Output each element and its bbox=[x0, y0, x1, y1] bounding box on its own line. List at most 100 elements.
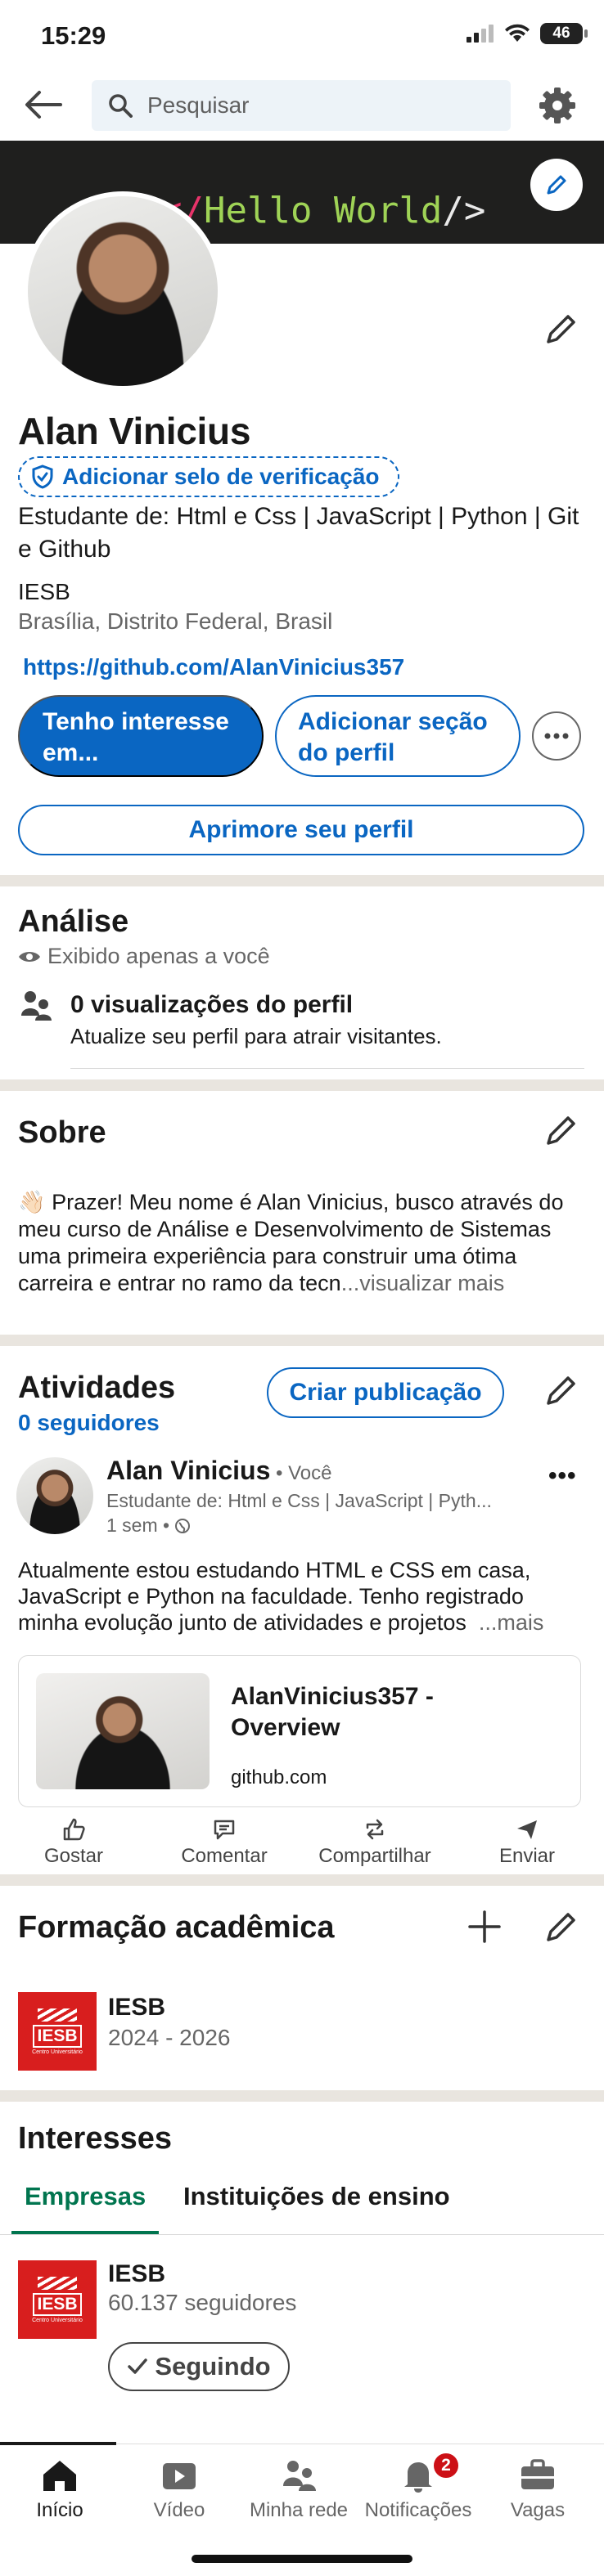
nav-network-label: Minha rede bbox=[249, 2499, 349, 2521]
search-input[interactable] bbox=[147, 92, 491, 119]
pencil-icon bbox=[547, 175, 566, 195]
send-label: Enviar bbox=[498, 1845, 556, 1867]
profile-views-desc: Atualize seu perfil para atrair visitant… bbox=[70, 1024, 442, 1048]
iesb-logo[interactable]: IESB Centro Universitário bbox=[18, 2260, 97, 2339]
edit-education-button[interactable] bbox=[543, 1909, 579, 1945]
about-text: 👋🏻 Prazer! Meu nome é Alan Vinicius, bus… bbox=[18, 1189, 584, 1297]
tab-schools[interactable]: Instituições de ensino bbox=[183, 2182, 450, 2211]
see-more-link[interactable]: ...visualizar mais bbox=[341, 1271, 505, 1295]
search-bar[interactable] bbox=[92, 80, 511, 131]
nav-home-label: Início bbox=[36, 2499, 83, 2521]
post-author-avatar[interactable] bbox=[16, 1457, 93, 1534]
share-button[interactable]: Compartilhar bbox=[309, 1817, 440, 1868]
followers-link[interactable]: 0 seguidores bbox=[18, 1410, 160, 1436]
logo-text: IESB bbox=[33, 2024, 82, 2048]
more-horizontal-icon bbox=[544, 733, 569, 739]
pencil-icon bbox=[547, 315, 575, 343]
iesb-logo[interactable]: IESB Centro Universitário bbox=[18, 1992, 97, 2071]
nav-notifications[interactable]: Notificações bbox=[358, 2458, 478, 2522]
send-button[interactable]: Enviar bbox=[462, 1817, 593, 1868]
profile-headline: Estudante de: Html e Css | JavaScript | … bbox=[18, 503, 579, 563]
nav-video[interactable]: Vídeo bbox=[119, 2458, 239, 2522]
post-menu-button[interactable]: ••• bbox=[548, 1462, 577, 1490]
tab-companies[interactable]: Empresas bbox=[25, 2182, 146, 2211]
interest-company-name[interactable]: IESB bbox=[108, 2260, 165, 2288]
profile-link[interactable]: https://github.com/AlanVinicius357 bbox=[23, 654, 404, 680]
link-card-title: AlanVinicius357 - Overview bbox=[231, 1683, 434, 1741]
nav-jobs[interactable]: Vagas bbox=[478, 2458, 597, 2522]
post-you-label: • Você bbox=[270, 1462, 332, 1484]
nav-jobs-label: Vagas bbox=[510, 2499, 566, 2521]
pencil-icon bbox=[547, 1913, 575, 1941]
section-divider bbox=[0, 1335, 604, 1346]
activity-title: Atividades bbox=[18, 1371, 176, 1405]
post-see-more[interactable]: ...mais bbox=[479, 1610, 544, 1635]
add-education-button[interactable] bbox=[467, 1909, 503, 1945]
plus-icon bbox=[468, 1910, 501, 1943]
search-icon bbox=[109, 94, 133, 118]
following-button[interactable]: Seguindo bbox=[108, 2342, 290, 2391]
post-text: Atualmente estou estudando HTML e CSS em… bbox=[18, 1557, 584, 1636]
video-icon bbox=[163, 2463, 196, 2489]
nav-notifications-label: Notificações bbox=[364, 2499, 472, 2521]
battery-icon: 46 bbox=[540, 23, 588, 44]
edit-intro-button[interactable] bbox=[543, 311, 579, 347]
section-divider bbox=[0, 1079, 604, 1091]
thumbs-up-icon bbox=[63, 1818, 85, 1841]
enhance-profile-button[interactable]: Aprimore seu perfil bbox=[18, 805, 584, 855]
education-title: Formação acadêmica bbox=[18, 1910, 335, 1945]
link-card-domain: github.com bbox=[231, 1766, 327, 1788]
edit-activity-button[interactable] bbox=[543, 1372, 579, 1408]
more-button[interactable] bbox=[532, 711, 581, 761]
interests-title: Interesses bbox=[18, 2121, 173, 2156]
post-author-headline: Estudante de: Html e Css | JavaScript | … bbox=[106, 1490, 492, 1511]
share-label: Compartilhar bbox=[318, 1845, 431, 1867]
logo-stripes bbox=[38, 2276, 77, 2290]
education-school[interactable]: IESB bbox=[108, 1994, 165, 2022]
post-author[interactable]: Alan Vinicius • Você bbox=[106, 1456, 331, 1486]
people-icon bbox=[20, 990, 52, 1022]
section-divider bbox=[0, 875, 604, 886]
about-title: Sobre bbox=[18, 1115, 106, 1150]
interest-company-followers: 60.137 seguidores bbox=[108, 2290, 297, 2315]
briefcase-icon bbox=[521, 2459, 554, 2489]
like-button[interactable]: Gostar bbox=[8, 1817, 139, 1868]
comment-icon bbox=[214, 1820, 235, 1840]
post-time-text: 1 sem • bbox=[106, 1515, 170, 1536]
profile-name: Alan Vinicius bbox=[18, 410, 251, 452]
analytics-title: Análise bbox=[18, 904, 129, 939]
like-label: Gostar bbox=[43, 1845, 104, 1867]
home-icon bbox=[43, 2461, 76, 2491]
add-section-button[interactable]: Adicionar seção do perfil bbox=[275, 695, 521, 777]
analytics-private-note: Exibido apenas a você bbox=[18, 944, 270, 969]
post-author-name: Alan Vinicius bbox=[106, 1456, 271, 1485]
status-icons: 46 bbox=[467, 23, 588, 44]
logo-subtext: Centro Universitário bbox=[32, 2317, 83, 2323]
send-icon bbox=[517, 1820, 537, 1839]
logo-stripes bbox=[38, 2008, 77, 2022]
notification-badge: 2 bbox=[432, 2452, 460, 2480]
settings-button[interactable] bbox=[539, 87, 576, 124]
comment-button[interactable]: Comentar bbox=[159, 1817, 290, 1868]
nav-home[interactable]: Início bbox=[0, 2458, 119, 2522]
profile-views-link[interactable]: 0 visualizações do perfil bbox=[70, 991, 353, 1019]
nav-network[interactable]: Minha rede bbox=[239, 2458, 358, 2522]
logo-text: IESB bbox=[33, 2292, 82, 2316]
check-icon bbox=[128, 2358, 148, 2374]
logo-subtext: Centro Universitário bbox=[32, 2049, 83, 2055]
edit-cover-button[interactable] bbox=[530, 159, 583, 211]
open-to-button[interactable]: Tenho interesse em... bbox=[18, 695, 264, 777]
profile-education: IESB bbox=[18, 579, 70, 604]
status-time: 15:29 bbox=[41, 21, 106, 50]
back-button[interactable] bbox=[23, 88, 62, 121]
link-card-thumbnail bbox=[36, 1673, 210, 1789]
create-post-button[interactable]: Criar publicação bbox=[267, 1367, 504, 1418]
repost-icon bbox=[366, 1819, 384, 1840]
gear-icon bbox=[539, 88, 575, 123]
cover-code-text: </Hello World/> bbox=[160, 190, 485, 231]
people-icon bbox=[283, 2461, 316, 2491]
profile-photo[interactable] bbox=[23, 191, 223, 391]
verify-badge-button[interactable]: Adicionar selo de verificação bbox=[18, 456, 399, 497]
edit-about-button[interactable] bbox=[543, 1112, 579, 1148]
cover-code-mid: Hello World bbox=[203, 190, 443, 231]
